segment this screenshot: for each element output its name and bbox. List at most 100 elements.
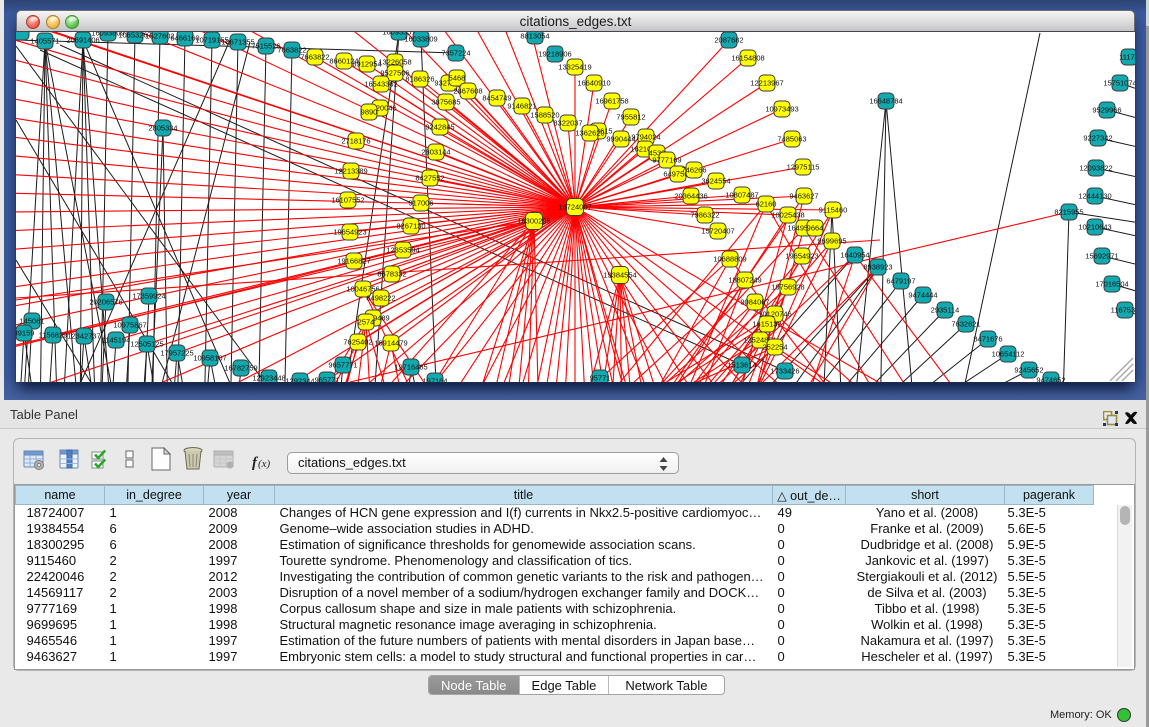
- svg-text:10210643: 10210643: [1078, 223, 1111, 232]
- svg-text:18300295: 18300295: [517, 217, 550, 226]
- svg-text:19716485: 19716485: [394, 363, 427, 372]
- svg-text:10807487: 10807487: [725, 191, 758, 200]
- svg-text:9890: 9890: [361, 108, 378, 117]
- svg-text:19654923: 19654923: [785, 252, 818, 261]
- svg-text:10958107: 10958107: [193, 354, 226, 363]
- svg-text:19654923: 19654923: [333, 228, 366, 237]
- svg-text:12093822: 12093822: [1079, 164, 1112, 173]
- svg-text:10975867: 10975867: [113, 321, 146, 330]
- svg-text:62160: 62160: [756, 200, 777, 209]
- svg-text:7632621: 7632621: [951, 320, 980, 329]
- svg-text:9245652: 9245652: [1014, 366, 1043, 375]
- svg-text:7955812: 7955812: [616, 113, 645, 122]
- svg-text:13325419: 13325419: [558, 63, 591, 72]
- svg-text:1640954: 1640954: [840, 251, 869, 260]
- svg-text:8186326: 8186326: [405, 75, 434, 84]
- svg-text:1405571: 1405571: [30, 37, 59, 46]
- svg-text:16154808: 16154808: [731, 54, 764, 63]
- svg-text:8322037: 8322037: [553, 119, 582, 128]
- svg-text:6479197: 6479197: [886, 277, 915, 286]
- svg-text:8471676: 8471676: [973, 335, 1002, 344]
- svg-text:1615132: 1615132: [752, 320, 781, 329]
- svg-text:9777169: 9777169: [652, 156, 681, 165]
- svg-text:16107552: 16107552: [331, 196, 364, 205]
- svg-text:(x): (x): [258, 458, 271, 470]
- svg-text:16640910: 16640910: [577, 79, 610, 88]
- svg-text:19756928: 19756928: [771, 283, 804, 292]
- svg-text:12923448: 12923448: [252, 374, 285, 383]
- svg-text:12505125: 12505125: [130, 340, 163, 349]
- svg-text:15720407: 15720407: [701, 227, 734, 236]
- svg-text:9227342: 9227342: [1083, 134, 1112, 143]
- svg-text:7515526: 7515526: [251, 42, 280, 51]
- svg-text:2805334: 2805334: [148, 124, 177, 133]
- svg-text:7625402: 7625402: [343, 338, 372, 347]
- svg-text:15692971: 15692971: [1085, 252, 1118, 261]
- svg-text:9794024: 9794024: [631, 133, 660, 142]
- svg-text:18724007: 18724007: [558, 203, 591, 212]
- svg-text:1513614: 1513614: [727, 361, 756, 370]
- svg-text:16961758: 16961758: [595, 97, 628, 106]
- svg-text:9474444: 9474444: [908, 291, 937, 300]
- svg-text:12975115: 12975115: [787, 163, 820, 172]
- svg-text:2867608: 2867608: [453, 87, 482, 96]
- svg-text:1167533: 1167533: [1111, 306, 1135, 315]
- svg-text:17359924: 17359924: [132, 292, 165, 301]
- svg-text:17957225: 17957225: [160, 349, 193, 358]
- svg-text:8215955: 8215955: [1054, 208, 1083, 217]
- svg-text:252254: 252254: [762, 343, 787, 352]
- svg-text:19218906: 19218906: [538, 50, 571, 59]
- svg-text:5468: 5468: [449, 74, 466, 83]
- svg-text:917006: 917006: [408, 199, 433, 208]
- svg-text:1362620: 1362620: [575, 129, 604, 138]
- svg-text:16782759: 16782759: [224, 364, 257, 373]
- svg-text:2574: 2574: [358, 318, 375, 327]
- svg-text:2803144: 2803144: [421, 148, 450, 157]
- svg-text:965771: 965771: [314, 376, 339, 383]
- svg-text:1156829: 1156829: [39, 331, 68, 340]
- svg-text:8427552: 8427552: [415, 174, 444, 183]
- svg-text:9084067: 9084067: [740, 298, 769, 307]
- svg-text:9242845: 9242845: [425, 123, 454, 132]
- svg-text:12353594: 12353594: [386, 246, 419, 255]
- svg-text:197164: 197164: [422, 377, 447, 383]
- svg-text:10654112: 10654112: [992, 350, 1025, 359]
- svg-text:2718176: 2718176: [341, 137, 370, 146]
- svg-text:7357224: 7357224: [441, 49, 470, 58]
- svg-text:10973493: 10973493: [765, 105, 798, 114]
- svg-text:9664: 9664: [807, 224, 824, 233]
- svg-text:8678332: 8678332: [377, 270, 406, 279]
- svg-text:19166827: 19166827: [337, 257, 370, 266]
- svg-text:19384554: 19384554: [603, 271, 636, 280]
- svg-text:8813054: 8813054: [520, 32, 549, 41]
- svg-text:9146821: 9146821: [507, 102, 536, 111]
- svg-text:10688809: 10688809: [713, 255, 746, 264]
- svg-text:8938923: 8938923: [863, 263, 892, 272]
- svg-text:16033809: 16033809: [404, 35, 437, 44]
- svg-text:20206576: 20206576: [89, 298, 122, 307]
- svg-text:2935114: 2935114: [931, 306, 960, 315]
- svg-text:9474652: 9474652: [1036, 376, 1065, 383]
- svg-text:1145194: 1145194: [102, 336, 131, 345]
- svg-text:8912954: 8912954: [352, 60, 381, 69]
- svg-text:8498222: 8498222: [366, 294, 395, 303]
- svg-text:8267130: 8267130: [396, 222, 425, 231]
- svg-text:95771: 95771: [590, 374, 611, 383]
- svg-text:11174: 11174: [1119, 53, 1135, 62]
- svg-text:9463627: 9463627: [789, 192, 818, 201]
- svg-text:20364436: 20364436: [674, 192, 707, 201]
- svg-text:16914479: 16914479: [374, 339, 407, 348]
- svg-text:1588520: 1588520: [530, 111, 559, 120]
- svg-text:1292344: 1292344: [285, 377, 314, 383]
- svg-text:17016504: 17016504: [1095, 280, 1128, 289]
- svg-text:12444130: 12444130: [1078, 192, 1111, 201]
- svg-text:3875685: 3875685: [431, 98, 460, 107]
- svg-text:15751074: 15751074: [1103, 79, 1135, 88]
- svg-text:12342737: 12342737: [67, 332, 100, 341]
- svg-text:10025438: 10025438: [771, 211, 804, 220]
- svg-text:145061: 145061: [19, 317, 44, 326]
- svg-text:16648784: 16648784: [869, 97, 902, 106]
- svg-text:7485063: 7485063: [777, 135, 806, 144]
- svg-text:1733426: 1733426: [770, 367, 799, 376]
- svg-text:9115460: 9115460: [819, 206, 848, 215]
